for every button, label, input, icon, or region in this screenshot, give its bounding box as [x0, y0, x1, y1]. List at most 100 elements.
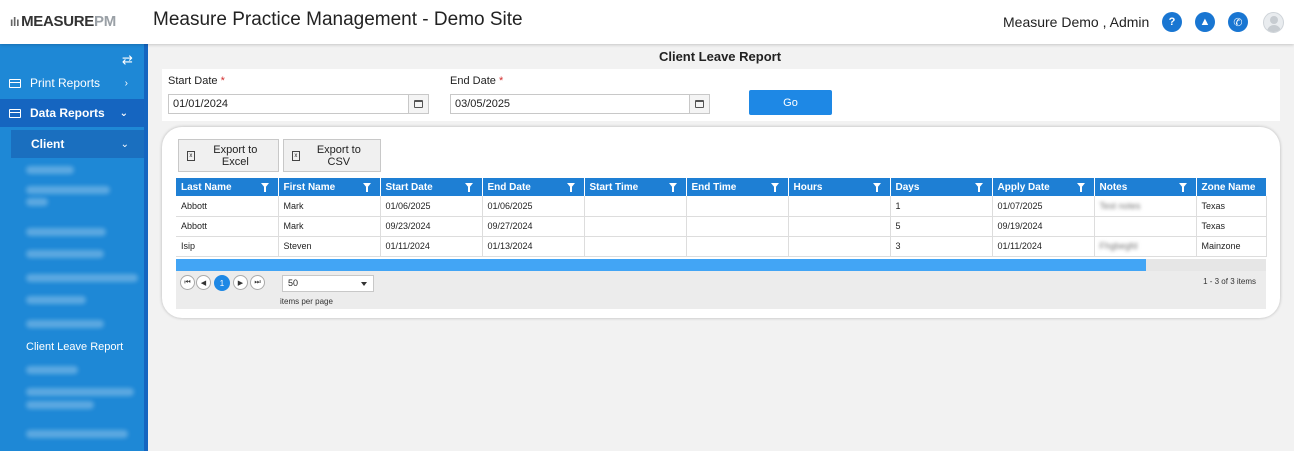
- report-icon: [9, 108, 21, 118]
- chevron-down-icon: ⌄: [120, 138, 129, 150]
- next-page-icon[interactable]: ▶: [233, 275, 248, 290]
- filter-icon[interactable]: [974, 183, 983, 192]
- table-row[interactable]: Abbott Mark 01/06/2025 01/06/2025 1 01/0…: [176, 196, 1267, 217]
- upload-icon[interactable]: ▲: [1195, 12, 1215, 32]
- column-header-label: Notes: [1099, 181, 1128, 193]
- item-count: 1 - 3 of 3 items: [1203, 277, 1256, 286]
- sidebar-item-blurred[interactable]: [26, 388, 134, 396]
- go-button[interactable]: Go: [749, 90, 832, 115]
- table-cell: Isip: [176, 236, 279, 257]
- table-cell: [584, 236, 687, 257]
- table-cell: [788, 216, 891, 237]
- start-date-input[interactable]: [168, 94, 409, 114]
- filter-icon[interactable]: [260, 183, 269, 192]
- export-csv-button[interactable]: x Export to CSV: [283, 139, 381, 172]
- column-header[interactable]: Last Name: [176, 178, 279, 196]
- start-date-calendar-icon[interactable]: [408, 94, 429, 114]
- first-page-icon[interactable]: ⏮: [180, 275, 195, 290]
- sidebar-item-blurred[interactable]: [26, 401, 94, 409]
- column-header[interactable]: Days: [890, 178, 993, 196]
- sidebar-item-print-reports[interactable]: Print Reports ›: [0, 69, 144, 97]
- column-header[interactable]: End Date: [482, 178, 585, 196]
- items-per-page-label: items per page: [280, 297, 333, 306]
- previous-page-icon[interactable]: ◀: [196, 275, 211, 290]
- column-header[interactable]: Start Date: [380, 178, 483, 196]
- filter-icon[interactable]: [872, 183, 881, 192]
- app-logo[interactable]: ılı MEASUREPM: [10, 13, 116, 30]
- last-page-icon[interactable]: ⏭: [250, 275, 265, 290]
- filter-icon[interactable]: [464, 183, 473, 192]
- required-marker: *: [220, 75, 225, 87]
- sidebar-item-blurred[interactable]: [26, 296, 86, 304]
- filter-icon[interactable]: [1076, 183, 1085, 192]
- sidebar-item-blurred[interactable]: [26, 430, 128, 438]
- table-cell: 09/23/2024: [380, 216, 483, 237]
- csv-file-icon: x: [292, 150, 300, 161]
- start-date-label: Start Date *: [168, 75, 225, 87]
- filter-icon[interactable]: [770, 183, 779, 192]
- table-cell: Texas: [1196, 216, 1267, 237]
- export-excel-button[interactable]: x Export to Excel: [178, 139, 279, 172]
- table-cell: 01/11/2024: [380, 236, 483, 257]
- horizontal-scrollbar[interactable]: [176, 259, 1266, 271]
- table-cell: Mark: [278, 196, 381, 217]
- pager: ⏮ ◀ 1 ▶ ⏭ 50 items per page 1 - 3 of 3 i…: [176, 271, 1266, 309]
- column-header[interactable]: Notes: [1094, 178, 1197, 196]
- scrollbar-thumb[interactable]: [176, 259, 1146, 271]
- sidebar-item-blurred[interactable]: [26, 166, 74, 174]
- sidebar-item-blurred[interactable]: [26, 228, 106, 236]
- sidebar-item-blurred[interactable]: [26, 320, 104, 328]
- column-header[interactable]: Hours: [788, 178, 891, 196]
- filter-icon[interactable]: [668, 183, 677, 192]
- required-marker: *: [498, 75, 504, 87]
- sidebar-item-client[interactable]: Client ⌄: [11, 130, 144, 158]
- column-header-label: Days: [895, 181, 920, 193]
- logo-text: MEASURE: [21, 13, 95, 30]
- end-date-calendar-icon[interactable]: [689, 94, 710, 114]
- column-header[interactable]: Zone Name: [1196, 178, 1267, 196]
- user-avatar-icon[interactable]: [1263, 12, 1284, 33]
- sidebar-item-client-leave-report[interactable]: Client Leave Report: [26, 341, 123, 353]
- top-header: ılı MEASUREPM Measure Practice Management…: [0, 0, 1294, 44]
- filter-icon[interactable]: [1178, 183, 1187, 192]
- table-cell: [584, 216, 687, 237]
- column-header[interactable]: First Name: [278, 178, 381, 196]
- column-header-label: Apply Date: [997, 181, 1050, 193]
- sidebar-item-blurred[interactable]: [26, 198, 48, 206]
- table-cell: [584, 196, 687, 217]
- table-row[interactable]: Isip Steven 01/11/2024 01/13/2024 3 01/1…: [176, 236, 1267, 257]
- table-cell: [686, 216, 789, 237]
- column-header-label: Hours: [793, 181, 823, 193]
- sidebar-item-blurred[interactable]: [26, 366, 78, 374]
- table-cell: [686, 196, 789, 217]
- column-header[interactable]: End Time: [686, 178, 789, 196]
- sidebar-item-data-reports[interactable]: Data Reports ⌄: [0, 99, 144, 127]
- end-date-label: End Date *: [450, 75, 503, 87]
- user-name[interactable]: Measure Demo , Admin: [1003, 14, 1149, 30]
- end-date-input[interactable]: [450, 94, 690, 114]
- column-header-label: Last Name: [181, 181, 232, 193]
- export-csv-label: Export to CSV: [316, 143, 361, 168]
- table-cell: 01/06/2025: [482, 196, 585, 217]
- column-header[interactable]: Apply Date: [992, 178, 1095, 196]
- sidebar: ⇄ Print Reports › Data Reports ⌄ Client …: [0, 44, 148, 451]
- column-header-label: End Time: [691, 181, 737, 193]
- column-header[interactable]: Start Time: [584, 178, 687, 196]
- sidebar-item-blurred[interactable]: [26, 186, 110, 194]
- filter-icon[interactable]: [566, 183, 575, 192]
- phone-icon[interactable]: ✆: [1228, 12, 1248, 32]
- app-title: Measure Practice Management - Demo Site: [153, 9, 523, 30]
- help-icon[interactable]: ?: [1162, 12, 1182, 32]
- table-cell: [686, 236, 789, 257]
- column-header-label: Zone Name: [1201, 181, 1256, 193]
- sidebar-item-blurred[interactable]: [26, 274, 138, 282]
- sidebar-item-blurred[interactable]: [26, 250, 104, 258]
- filter-panel: Start Date * End Date * Go: [162, 69, 1280, 121]
- current-page-button[interactable]: 1: [214, 275, 230, 291]
- filter-icon[interactable]: [362, 183, 371, 192]
- chevron-down-icon: ⌄: [119, 107, 128, 119]
- table-row[interactable]: Abbott Mark 09/23/2024 09/27/2024 5 09/1…: [176, 216, 1267, 237]
- per-page-select[interactable]: 50: [282, 275, 374, 292]
- collapse-sidebar-icon[interactable]: ⇄: [122, 52, 133, 68]
- per-page-value: 50: [288, 278, 299, 288]
